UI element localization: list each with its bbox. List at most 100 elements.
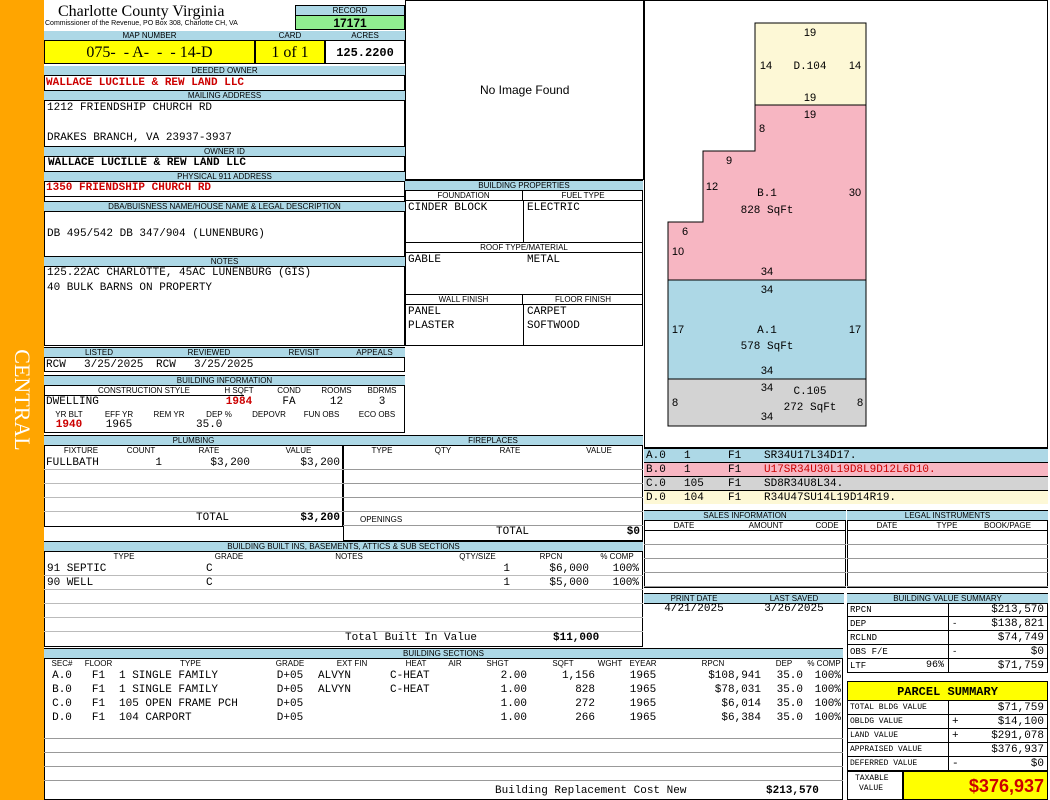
sketch-traces: A.0 1 F1 SR34U17L34D17. B.0 1 F1 U17SR34U30L19D… xyxy=(644,448,1048,508)
sections-col-header: SEC# xyxy=(51,659,73,668)
plumbing-row: FULLBATH 1 $3,200 $3,200 xyxy=(44,456,343,470)
sketch-dim: 17 xyxy=(849,324,861,336)
wall-finish-1: PANEL xyxy=(408,306,442,318)
trace-path: R34U47SU14L19D14R19. xyxy=(764,492,897,504)
sections-col-header: EYEAR xyxy=(629,659,657,668)
builtin-grade: C xyxy=(206,577,213,589)
fixture-cell: FULLBATH xyxy=(46,457,99,469)
sketch-dim: 34 xyxy=(761,365,773,377)
sketch-dim: 30 xyxy=(849,187,861,199)
revisit-header: REVISIT xyxy=(264,348,344,358)
parcel-value: $71,759 xyxy=(997,702,1044,714)
taxable-label-1: TAXABLE xyxy=(855,774,889,783)
section-cell: 100% xyxy=(814,670,841,682)
parcel-label: TOTAL BLDG VALUE xyxy=(850,703,927,712)
divider xyxy=(948,603,949,617)
section-cell: C-HEAT xyxy=(390,684,430,696)
sections-col-header: DEP xyxy=(775,659,793,668)
section-cell: 1965 xyxy=(629,698,657,710)
sketch-dim: 9 xyxy=(726,155,732,167)
no-image-text: No Image Found xyxy=(480,83,570,97)
section-cell: ALVYN xyxy=(318,670,352,682)
divider xyxy=(948,617,949,631)
section-cell: $78,031 xyxy=(714,684,761,696)
fireplaces-header: FIREPLACES xyxy=(343,436,643,446)
fireplace-total: $0 xyxy=(626,526,640,538)
value-summary-label: LTF xyxy=(850,661,867,671)
taxable-label-2: VALUE xyxy=(859,784,884,793)
builtin-grade: C xyxy=(206,563,213,575)
trace-code: C.0 xyxy=(646,478,666,490)
builtin-type: 90 WELL xyxy=(47,577,94,589)
sketch-dim: 8 xyxy=(857,397,863,409)
builtin-type: 91 SEPTIC xyxy=(47,563,107,575)
value-summary-label: OBS F/E xyxy=(850,647,888,657)
foundation-value: CINDER BLOCK xyxy=(408,202,488,214)
plumbing-row xyxy=(44,484,343,498)
divider xyxy=(948,701,949,715)
section-cell: 35.0 xyxy=(776,712,803,724)
parcel-row: LAND VALUE + $291,078 xyxy=(847,729,1048,743)
builtin-type-header: TYPE xyxy=(113,552,135,561)
builtin-qty: 1 xyxy=(503,577,510,589)
sections-col-header: % COMP xyxy=(807,659,841,668)
sketch-dim: 17 xyxy=(672,324,684,336)
foundation-header: FOUNDATION xyxy=(405,191,523,201)
mailing-address-line1: 1212 FRIENDSHIP CHURCH RD xyxy=(47,102,213,114)
sketch-dim: 19 xyxy=(804,92,816,104)
sketch-dim: 8 xyxy=(672,397,678,409)
trace-code: D.0 xyxy=(646,492,666,504)
sketch-dim: 12 xyxy=(706,181,718,193)
fuel-type-header: FUEL TYPE xyxy=(523,191,643,201)
sketch-dim: 34 xyxy=(761,411,773,423)
trace-path: U17SR34U30L19D8L9D12L6D10. xyxy=(764,464,936,476)
section-cell: 104 CARPORT xyxy=(119,712,192,724)
sketch-panel: D.104 B.1 828 SqFt A.1 578 SqFt C.105 27… xyxy=(644,0,1048,448)
section-row: C.0 F1 105 OPEN FRAME PCH D+05 1.00 272 1965 $6… xyxy=(0,697,843,711)
sketch-dim: 14 xyxy=(849,60,861,72)
parcel-sign: + xyxy=(952,730,959,742)
sketch-label: B.1 xyxy=(757,188,777,200)
trace-row: C.0 105 F1 SD8R34U8L34. xyxy=(644,476,1048,490)
floor-finish-header: FLOOR FINISH xyxy=(523,294,643,305)
sections-header-row: SEC# FLOOR TYPE GRADE EXT FIN HEAT AIR SHGT SQFT… xyxy=(0,659,843,669)
parcel-row: DEFERRED VALUE - $0 xyxy=(847,757,1048,771)
sketch-label: A.1 xyxy=(757,325,777,337)
section-cell: F1 xyxy=(91,712,106,724)
fixture-header: FIXTURE xyxy=(63,446,99,455)
sales-date-header: DATE xyxy=(644,521,724,531)
count-cell: 1 xyxy=(155,457,162,469)
rate-cell: $3,200 xyxy=(210,457,250,469)
section-cell: 1 SINGLE FAMILY xyxy=(119,670,219,682)
section-cell: D+05 xyxy=(276,698,304,710)
notes-header: NOTES xyxy=(44,256,405,267)
builtin-comp: 100% xyxy=(612,577,639,589)
taxable-value: $376,937 xyxy=(903,771,1048,800)
funobs-header: FUN OBS xyxy=(303,410,340,419)
roof-header: ROOF TYPE/MATERIAL xyxy=(405,242,643,253)
wall-finish-2: PLASTER xyxy=(408,320,455,332)
rooms-value: 12 xyxy=(329,396,344,408)
builtin-comp-header: % COMP xyxy=(600,552,634,561)
value-header: VALUE xyxy=(285,446,312,455)
floor-finish-2: SOFTWOOD xyxy=(527,320,580,332)
section-cell: 105 OPEN FRAME PCH xyxy=(119,698,238,710)
fireplace-total-label: TOTAL xyxy=(496,526,530,538)
sales-header: SALES INFORMATION xyxy=(644,511,846,521)
section-cell: D.0 xyxy=(52,712,72,724)
section-cell: 1965 xyxy=(629,684,657,696)
listed-by: RCW xyxy=(46,359,66,371)
section-row: D.0 F1 104 CARPORT D+05 1.00 266 1965 $6,384 35.… xyxy=(0,711,843,725)
section-cell: ALVYN xyxy=(318,684,352,696)
plumbing-total-label: TOTAL xyxy=(196,512,230,524)
value-summary-label: RCLND xyxy=(850,633,878,643)
value-cell: $3,200 xyxy=(300,457,340,469)
builtin-total: $11,000 xyxy=(553,632,600,644)
listed-header: LISTED xyxy=(44,348,154,358)
builtin-row: 90 WELL C 1 $5,000 100% xyxy=(44,576,643,590)
dep-header: DEP % xyxy=(206,410,232,419)
value-summary-value: $74,749 xyxy=(997,632,1044,644)
notes-line2: 40 BULK BARNS ON PROPERTY xyxy=(47,282,213,294)
section-cell: A.0 xyxy=(52,670,72,682)
fireplace-type-header: TYPE xyxy=(371,446,393,455)
